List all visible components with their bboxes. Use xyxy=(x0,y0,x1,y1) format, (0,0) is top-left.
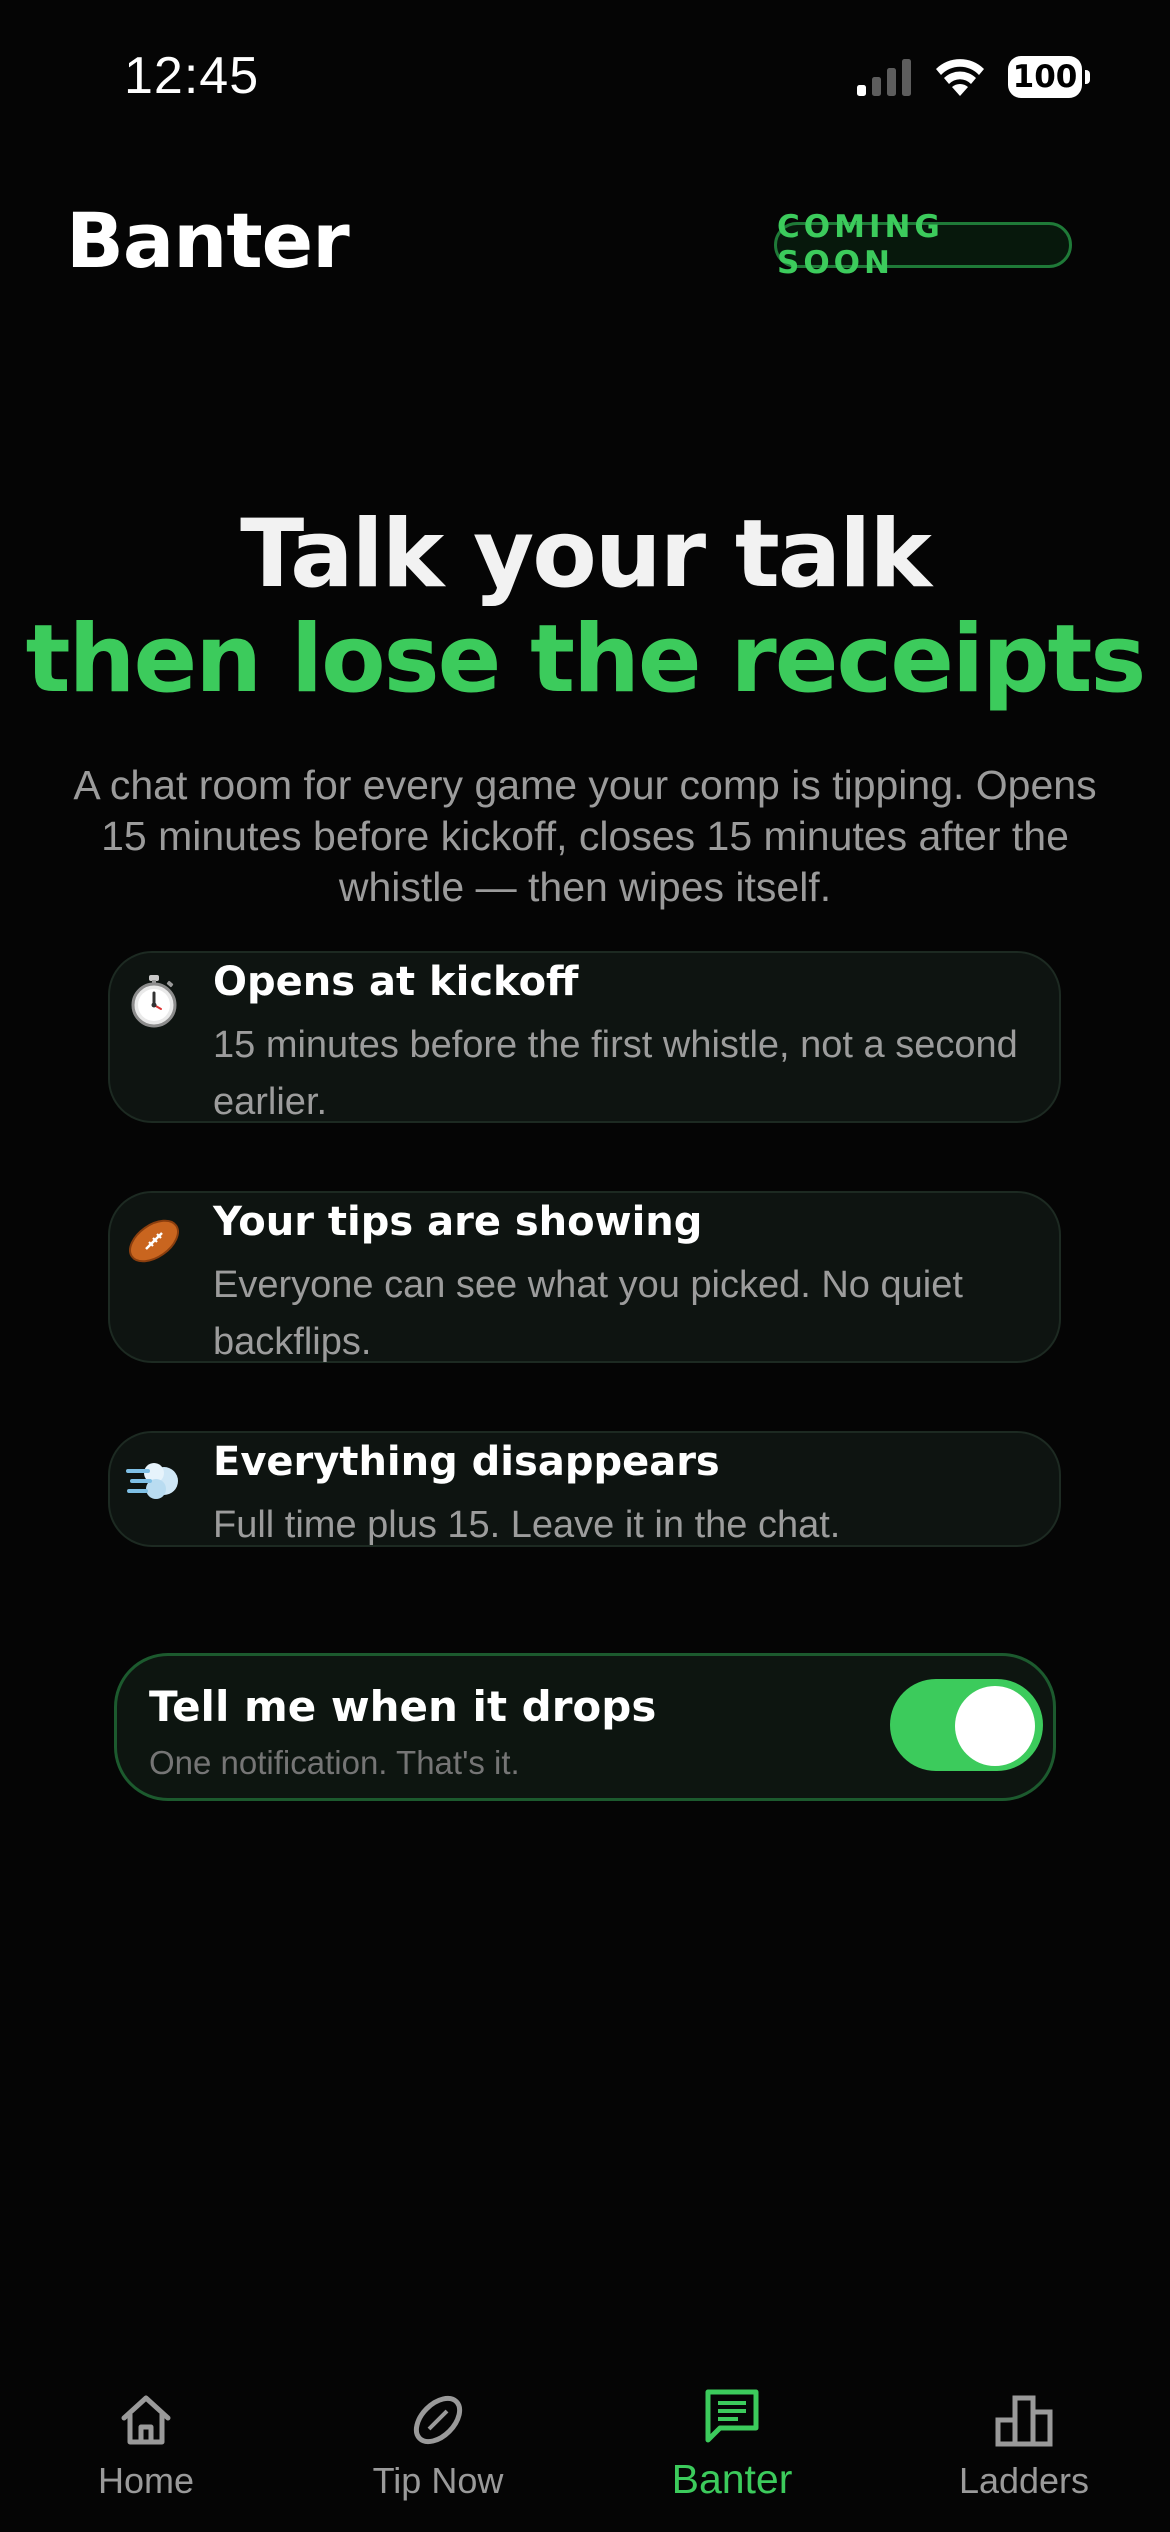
nav-item-tip-now[interactable]: Tip Now xyxy=(313,2360,563,2520)
coming-soon-badge: COMING SOON xyxy=(774,209,1072,281)
status-bar: 12:45 100 xyxy=(0,0,1170,150)
notify-card[interactable]: Tell me when it drops One notification. … xyxy=(114,1653,1056,1801)
hero-headline-accent: then lose the receipts xyxy=(25,605,1147,714)
nav-item-banter[interactable]: Banter xyxy=(607,2360,857,2520)
stopwatch-icon xyxy=(131,975,177,1028)
coming-soon-label: COMING SOON xyxy=(777,209,944,281)
feature-title: Your tips are showing xyxy=(213,1199,703,1245)
dash-icon xyxy=(126,1463,178,1499)
signal-icon xyxy=(857,59,911,96)
nav-label: Banter xyxy=(671,2456,793,2502)
football-icon xyxy=(129,1219,179,1263)
notify-toggle[interactable] xyxy=(890,1679,1043,1771)
battery-indicator: 100 xyxy=(1008,56,1090,98)
hero-headline: Talk your talk xyxy=(240,500,932,609)
page-title: Banter xyxy=(66,196,350,285)
chat-icon xyxy=(705,2389,759,2443)
status-time: 12:45 xyxy=(124,47,260,105)
battery-level: 100 xyxy=(1012,59,1078,95)
podium-icon xyxy=(995,2395,1053,2447)
home-icon xyxy=(121,2395,171,2445)
feature-card-opens-at-kickoff: Opens at kickoff 15 minutes before the f… xyxy=(108,951,1061,1123)
toggle-knob xyxy=(955,1686,1035,1766)
bottom-nav: Home Tip Now Banter Ladders xyxy=(0,2360,1170,2532)
nav-label: Tip Now xyxy=(372,2460,504,2501)
nav-item-home[interactable]: Home xyxy=(21,2360,271,2520)
battery-body: 100 xyxy=(1008,56,1082,98)
wifi-icon xyxy=(936,59,984,96)
nav-label: Ladders xyxy=(958,2460,1090,2501)
battery-tip xyxy=(1085,70,1090,84)
nav-item-ladders[interactable]: Ladders xyxy=(899,2360,1149,2520)
hero-subtitle: A chat room for every game your comp is … xyxy=(73,762,1097,910)
notify-title: Tell me when it drops xyxy=(149,1682,657,1731)
feature-description: Everyone can see what you picked. No qui… xyxy=(213,1264,963,1363)
feature-title: Everything disappears xyxy=(213,1439,720,1485)
feature-description: Full time plus 15. Leave it in the chat. xyxy=(213,1504,841,1546)
nav-label: Home xyxy=(97,2460,195,2501)
feature-card-tips-showing: Your tips are showing Everyone can see w… xyxy=(108,1191,1061,1363)
feature-card-everything-disappears: Everything disappears Full time plus 15.… xyxy=(108,1431,1061,1547)
feature-description: 15 minutes before the first whistle, not… xyxy=(213,1024,1018,1123)
feature-title: Opens at kickoff xyxy=(213,959,579,1005)
football-outline-icon xyxy=(413,2395,463,2445)
notify-subtitle: One notification. That's it. xyxy=(149,1744,520,1781)
